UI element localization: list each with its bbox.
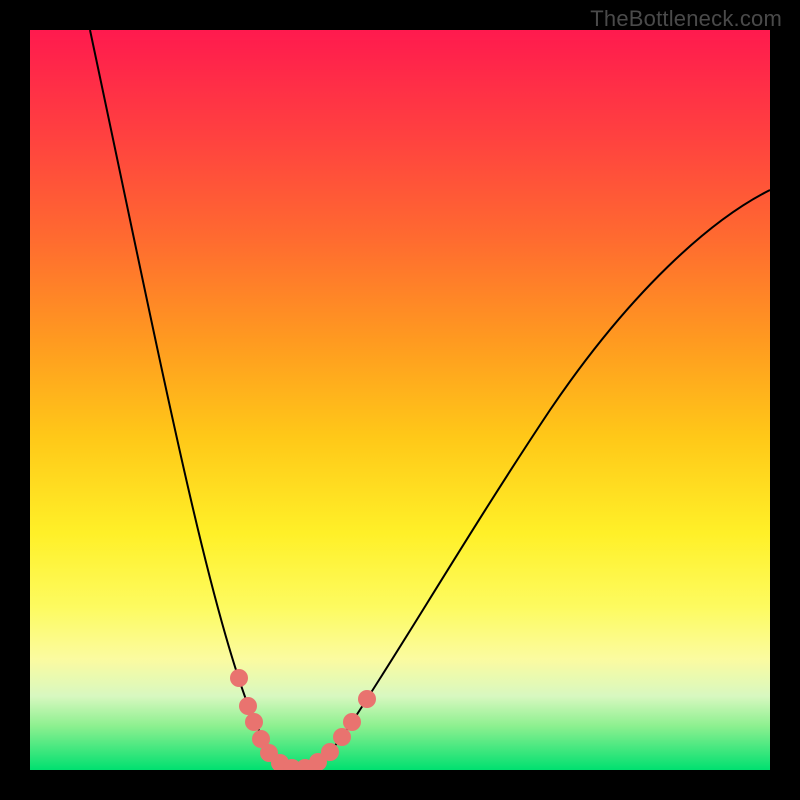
plot-area <box>30 30 770 770</box>
data-marker <box>333 728 351 746</box>
markers-group <box>230 669 376 770</box>
data-marker <box>230 669 248 687</box>
data-marker <box>321 743 339 761</box>
watermark-text: TheBottleneck.com <box>590 6 782 32</box>
data-marker <box>358 690 376 708</box>
chart-frame: TheBottleneck.com <box>0 0 800 800</box>
data-marker <box>239 697 257 715</box>
data-marker <box>245 713 263 731</box>
data-marker <box>343 713 361 731</box>
marker-layer <box>30 30 770 770</box>
